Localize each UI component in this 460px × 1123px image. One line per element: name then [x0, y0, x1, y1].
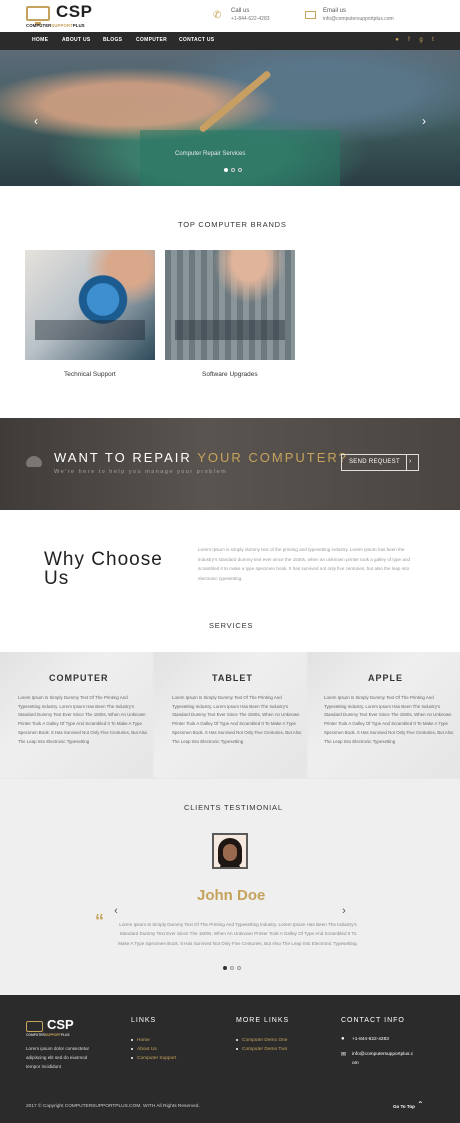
testimonial-dot[interactable] — [223, 966, 227, 970]
bullet-icon — [131, 1038, 133, 1041]
nav-contact-us[interactable]: CONTACT US — [179, 37, 214, 43]
why-choose-text: Lorem Ipsum is simply dummy text of the … — [198, 547, 411, 581]
service-description: Lorem Ipsum Is Simply Dummy Text Of The … — [18, 695, 148, 744]
testimonial-dot[interactable] — [237, 966, 241, 970]
testimonial-dot[interactable] — [230, 966, 234, 970]
service-description: Lorem Ipsum Is Simply Dummy Text Of The … — [172, 695, 302, 744]
facebook-icon[interactable]: f — [405, 36, 413, 44]
footer-phone[interactable]: +1-844-622-4283 — [352, 1037, 389, 1042]
main-nav: HOME ABOUT US BLOGS COMPUTER CONTACT US … — [0, 32, 460, 50]
brands-title: TOP COMPUTER BRANDS — [178, 220, 287, 229]
hero-dots — [224, 168, 242, 172]
location-pin-icon: ● — [341, 1036, 345, 1042]
software-upgrades-image[interactable] — [165, 250, 295, 360]
twitter-icon[interactable]: t — [429, 36, 437, 44]
image-detail — [35, 320, 145, 340]
nav-about-us[interactable]: ABOUT US — [62, 37, 91, 43]
bullet-icon — [131, 1047, 133, 1050]
mail-icon: ✉ — [341, 1052, 347, 1058]
header: CSP COMPUTERSUPPORTPLUS ✆ Call us +1-844… — [0, 0, 460, 32]
avatar-face — [223, 844, 237, 861]
email-address: info@computersupportplus.com — [323, 16, 394, 22]
testimonial-next-arrow-icon[interactable]: › — [339, 905, 349, 917]
nav-computer[interactable]: COMPUTER — [136, 37, 167, 43]
copyright: 2017 © Copyright COMPUTERSUPPORTPLUS.COM… — [26, 1104, 200, 1109]
button-divider — [406, 455, 407, 470]
footer-logo-text: CSP — [47, 1017, 74, 1032]
why-choose-title: Why Choose Us — [44, 549, 163, 589]
service-title: COMPUTER — [49, 673, 109, 683]
technical-support-image[interactable] — [25, 250, 155, 360]
footer-link-computer-support[interactable]: Computer Support — [131, 1056, 176, 1061]
pinterest-icon[interactable]: ● — [393, 36, 401, 44]
chevron-up-icon[interactable]: ⌃ — [417, 1100, 424, 1109]
footer-logo[interactable]: CSP COMPUTERSUPPORTPLUS — [26, 1017, 86, 1040]
mail-icon — [305, 11, 316, 19]
repair-subtitle: We're here to help you manage your probl… — [54, 469, 228, 475]
footer-more-links-title: MORE LINKS — [236, 1017, 290, 1024]
service-description: Lorem Ipsum Is Simply Dummy Text Of The … — [324, 695, 454, 744]
brand-caption[interactable]: Technical Support — [64, 371, 116, 378]
hero-next-arrow-icon[interactable]: › — [419, 114, 429, 128]
testimonial-name: John Doe — [197, 887, 266, 904]
logo-text: CSP — [56, 2, 93, 21]
testimonial-text: Lorem Ipsum Is Simply Dummy Text Of The … — [118, 922, 358, 946]
footer-logo-tagline: COMPUTERSUPPORTPLUS — [26, 1033, 70, 1037]
bullet-icon — [236, 1047, 238, 1050]
go-to-top-link[interactable]: Go To Top — [393, 1104, 415, 1109]
bullet-icon — [236, 1038, 238, 1041]
nav-home[interactable]: HOME — [32, 37, 48, 43]
footer-link-demo-one[interactable]: Computer Demo One — [236, 1038, 288, 1043]
hero-slider: Computer Repair Services ‹ › — [0, 50, 460, 186]
hero-circuit-board — [140, 130, 340, 186]
footer-links-title: LINKS — [131, 1017, 157, 1024]
services-title: SERVICES — [209, 621, 254, 630]
footer-link-about[interactable]: About Us — [131, 1047, 157, 1052]
phone-icon: ✆ — [213, 10, 222, 21]
site-logo[interactable]: CSP COMPUTERSUPPORTPLUS — [26, 2, 106, 29]
testimonial-title: CLIENTS TESTIMONIAL — [184, 803, 283, 812]
footer-email-wrap[interactable]: om — [352, 1061, 359, 1066]
email-label: Email us — [323, 8, 347, 14]
image-detail — [175, 320, 285, 340]
hero-prev-arrow-icon[interactable]: ‹ — [31, 114, 41, 128]
call-number: +1-844-622-4283 — [231, 16, 270, 22]
service-title: TABLET — [212, 673, 253, 683]
footer-email[interactable]: info@computersupportplus.c — [352, 1052, 413, 1057]
hero-dot[interactable] — [224, 168, 228, 172]
quote-icon: “ — [95, 911, 104, 931]
service-title: APPLE — [368, 673, 404, 683]
call-label: Call us — [231, 8, 250, 14]
send-request-label: SEND REQUEST — [349, 459, 400, 465]
brand-caption[interactable]: Software Upgrades — [202, 371, 258, 378]
google-plus-icon[interactable]: g — [417, 36, 425, 44]
monitor-icon — [26, 1021, 43, 1032]
footer-about: Lorem ipsum dolor consectetur adipiscing… — [26, 1046, 90, 1069]
logo-tagline: COMPUTERSUPPORTPLUS — [26, 23, 85, 28]
hero-dot[interactable] — [231, 168, 235, 172]
chevron-right-icon: › — [409, 458, 412, 465]
cloud-download-icon — [26, 456, 42, 467]
avatar — [212, 833, 248, 869]
footer-link-demo-two[interactable]: Computer Demo Two — [236, 1047, 287, 1052]
monitor-icon — [26, 6, 50, 25]
testimonial-dots — [223, 966, 241, 970]
nav-blogs[interactable]: BLOGS — [103, 37, 122, 43]
repair-title: WANT TO REPAIR YOUR COMPUTER? — [54, 450, 348, 465]
testimonial-prev-arrow-icon[interactable]: ‹ — [111, 905, 121, 917]
footer-link-home[interactable]: Home — [131, 1038, 150, 1043]
hero-dot[interactable] — [238, 168, 242, 172]
hero-soldering-iron — [198, 69, 272, 134]
bullet-icon — [131, 1056, 133, 1059]
send-request-button[interactable]: SEND REQUEST › — [341, 454, 419, 471]
footer-contact-title: CONTACT INFO — [341, 1017, 405, 1024]
hero-caption: Computer Repair Services — [175, 151, 246, 157]
